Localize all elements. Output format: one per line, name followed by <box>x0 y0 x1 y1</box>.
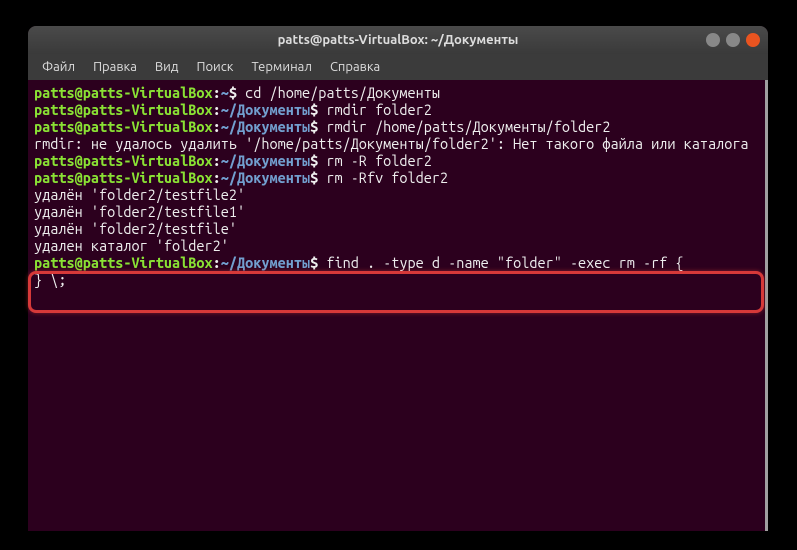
prompt-path: ~/Документы <box>221 254 310 271</box>
command-text: rmdir folder2 <box>326 101 432 118</box>
terminal-output: удалён 'folder2/testfile1' <box>34 203 759 220</box>
prompt-user: patts@patts-VirtualBox <box>34 118 213 135</box>
terminal-output: удален каталог 'folder2' <box>34 237 759 254</box>
menu-edit[interactable]: Правка <box>85 57 145 77</box>
prompt-user: patts@patts-VirtualBox <box>34 84 213 101</box>
command-text: rmdir /home/patts/Документы/folder2 <box>326 118 610 135</box>
terminal-line: patts@patts-VirtualBox:~/Документы$ rmdi… <box>34 118 759 135</box>
terminal-area[interactable]: patts@patts-VirtualBox:~$ cd /home/patts… <box>28 80 768 531</box>
terminal-line: patts@patts-VirtualBox:~/Документы$ rm -… <box>34 169 759 186</box>
terminal-output: rmdir: не удалось удалить '/home/patts/Д… <box>34 135 759 152</box>
menu-view[interactable]: Вид <box>147 57 187 77</box>
prompt-user: patts@patts-VirtualBox <box>34 152 213 169</box>
prompt-user: patts@patts-VirtualBox <box>34 101 213 118</box>
menu-help[interactable]: Справка <box>322 57 388 77</box>
close-button[interactable] <box>746 33 760 47</box>
prompt-path: ~ <box>221 84 229 101</box>
terminal-line: patts@patts-VirtualBox:~/Документы$ rmdi… <box>34 101 759 118</box>
prompt-path: ~/Документы <box>221 101 310 118</box>
menu-terminal[interactable]: Терминал <box>243 57 319 77</box>
command-text: rm -R folder2 <box>326 152 432 169</box>
prompt-path: ~/Документы <box>221 152 310 169</box>
terminal-output: удалён 'folder2/testfile2' <box>34 186 759 203</box>
window-controls <box>706 33 760 47</box>
terminal-line: patts@patts-VirtualBox:~/Документы$ rm -… <box>34 152 759 169</box>
prompt-path: ~/Документы <box>221 169 310 186</box>
prompt-path: ~/Документы <box>221 118 310 135</box>
terminal-line: patts@patts-VirtualBox:~/Документы$ find… <box>34 254 759 271</box>
menu-search[interactable]: Поиск <box>188 57 241 77</box>
prompt-user: patts@patts-VirtualBox <box>34 169 213 186</box>
menubar: Файл Правка Вид Поиск Терминал Справка <box>28 54 768 80</box>
window-title: patts@patts-VirtualBox: ~/Документы <box>278 33 519 47</box>
prompt-user: patts@patts-VirtualBox <box>34 254 213 271</box>
maximize-button[interactable] <box>726 33 740 47</box>
command-text-cont: } \; <box>34 271 759 288</box>
command-text: find . -type d -name "folder" -exec rm -… <box>326 254 683 271</box>
terminal-output: удалён 'folder2/testfile' <box>34 220 759 237</box>
terminal-window: patts@patts-VirtualBox: ~/Документы Файл… <box>28 26 768 531</box>
titlebar[interactable]: patts@patts-VirtualBox: ~/Документы <box>28 26 768 54</box>
minimize-button[interactable] <box>706 33 720 47</box>
command-text: rm -Rfv folder2 <box>326 169 448 186</box>
terminal-line: patts@patts-VirtualBox:~$ cd /home/patts… <box>34 84 759 101</box>
menu-file[interactable]: Файл <box>34 57 83 77</box>
command-text: cd /home/patts/Документы <box>245 84 440 101</box>
